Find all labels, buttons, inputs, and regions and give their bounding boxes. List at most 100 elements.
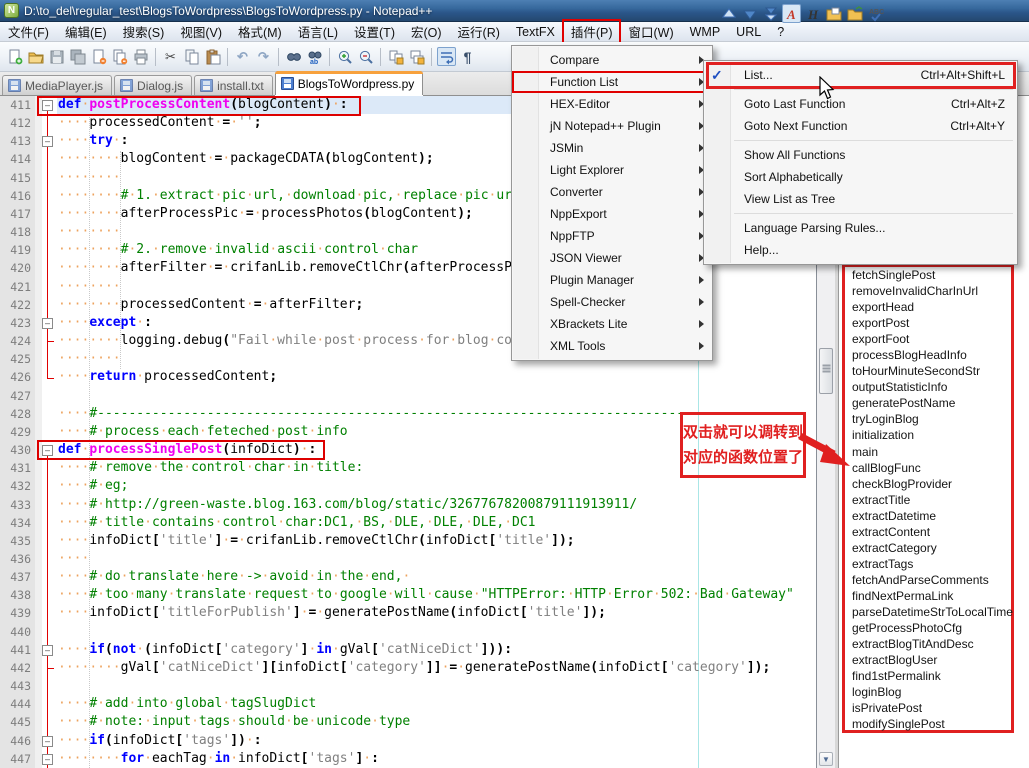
function-list-item-findNextPermaLink[interactable]: findNextPermaLink bbox=[852, 588, 1013, 604]
find-icon[interactable] bbox=[284, 47, 303, 66]
function-list-item-main[interactable]: main bbox=[852, 444, 1013, 460]
save-all-icon[interactable] bbox=[68, 47, 87, 66]
function-list-item-processBlogHeadInfo[interactable]: processBlogHeadInfo bbox=[852, 347, 1013, 363]
project-panel-icon[interactable] bbox=[845, 4, 864, 23]
menu-V[interactable]: 视图(V) bbox=[172, 20, 230, 43]
copy-icon[interactable] bbox=[182, 47, 201, 66]
function-list-item-isPrivatePost[interactable]: isPrivatePost bbox=[852, 700, 1013, 716]
menu-F[interactable]: 文件(F) bbox=[0, 20, 57, 43]
spell-check-icon[interactable]: ABC bbox=[866, 4, 885, 23]
undo-icon[interactable]: ↶ bbox=[233, 47, 252, 66]
plugins-menu-item-XML-Tools[interactable]: XML Tools bbox=[512, 335, 712, 357]
cut-icon[interactable]: ✂ bbox=[161, 47, 180, 66]
submenu-item-Show-All-Functions[interactable]: Show All Functions bbox=[704, 144, 1017, 166]
submenu-item-Goto-Last-Function[interactable]: Goto Last FunctionCtrl+Alt+Z bbox=[704, 93, 1017, 115]
paste-icon[interactable] bbox=[203, 47, 222, 66]
function-list-item-generatePostName[interactable]: generatePostName bbox=[852, 395, 1013, 411]
function-list-item-extractBlogTitAndDesc[interactable]: extractBlogTitAndDesc bbox=[852, 636, 1013, 652]
plugins-menu-item-NppFTP[interactable]: NppFTP bbox=[512, 225, 712, 247]
close-doc-icon[interactable] bbox=[89, 47, 108, 66]
tab-MediaPlayer.js[interactable]: MediaPlayer.js bbox=[2, 75, 112, 95]
plugins-menu-item-Spell-Checker[interactable]: Spell-Checker bbox=[512, 291, 712, 313]
function-list-item-fetchAndParseComments[interactable]: fetchAndParseComments bbox=[852, 572, 1013, 588]
fold-marker-collapse[interactable]: – bbox=[42, 736, 53, 747]
function-list-item-exportFoot[interactable]: exportFoot bbox=[852, 331, 1013, 347]
submenu-item-View-List-as-Tree[interactable]: View List as Tree bbox=[704, 188, 1017, 210]
function-list-item-tryLoginBlog[interactable]: tryLoginBlog bbox=[852, 411, 1013, 427]
function-list-item-extractCategory[interactable]: extractCategory bbox=[852, 540, 1013, 556]
tab-install.txt[interactable]: install.txt bbox=[194, 75, 273, 95]
function-list-item-checkBlogProvider[interactable]: checkBlogProvider bbox=[852, 476, 1013, 492]
show-symbols-icon[interactable]: ¶ bbox=[458, 47, 477, 66]
plugins-menu-item-Compare[interactable]: Compare bbox=[512, 49, 712, 71]
function-list-item-getProcessPhotoCfg[interactable]: getProcessPhotoCfg bbox=[852, 620, 1013, 636]
menu-WMP[interactable]: WMP bbox=[682, 23, 729, 41]
menu-R[interactable]: 运行(R) bbox=[450, 20, 508, 43]
menu-M[interactable]: 格式(M) bbox=[230, 20, 290, 43]
menu-L[interactable]: 语言(L) bbox=[290, 20, 346, 43]
function-list-item-fetchSinglePost[interactable]: fetchSinglePost bbox=[852, 267, 1013, 283]
open-folder-icon[interactable] bbox=[26, 47, 45, 66]
submenu-item-Goto-Next-Function[interactable]: Goto Next FunctionCtrl+Alt+Y bbox=[704, 115, 1017, 137]
scrollbar-down-arrow[interactable]: ▼ bbox=[819, 752, 833, 766]
function-list-item-exportHead[interactable]: exportHead bbox=[852, 299, 1013, 315]
fold-marker-collapse[interactable]: – bbox=[42, 754, 53, 765]
plugins-menu-item-JSMin[interactable]: JSMin bbox=[512, 137, 712, 159]
close-all-icon[interactable] bbox=[110, 47, 129, 66]
expand-all-icon[interactable] bbox=[719, 4, 738, 23]
function-list-item-extractTitle[interactable]: extractTitle bbox=[852, 492, 1013, 508]
submenu-item-Sort-Alphabetically[interactable]: Sort Alphabetically bbox=[704, 166, 1017, 188]
function-list-item-initialization[interactable]: initialization bbox=[852, 427, 1013, 443]
sync-scroll-h-icon[interactable] bbox=[407, 47, 426, 66]
hide-lines-icon[interactable]: H bbox=[803, 4, 822, 23]
plugins-menu-item-Function-List[interactable]: Function List bbox=[512, 71, 712, 93]
word-wrap-icon[interactable] bbox=[437, 47, 456, 66]
menu-TextFX[interactable]: TextFX bbox=[508, 23, 563, 41]
function-list-item-removeInvalidCharInUrl[interactable]: removeInvalidCharInUrl bbox=[852, 283, 1013, 299]
new-file-icon[interactable] bbox=[5, 47, 24, 66]
function-list-item-modifySinglePost[interactable]: modifySinglePost bbox=[852, 716, 1013, 732]
menu-W[interactable]: 窗口(W) bbox=[620, 20, 681, 43]
tab-BlogsToWordpress.py[interactable]: BlogsToWordpress.py bbox=[275, 71, 424, 95]
menu-T[interactable]: 设置(T) bbox=[346, 20, 403, 43]
plugins-menu-item-HEX-Editor[interactable]: HEX-Editor bbox=[512, 93, 712, 115]
plugins-menu-item-Light-Explorer[interactable]: Light Explorer bbox=[512, 159, 712, 181]
scrollbar-thumb[interactable] bbox=[819, 348, 833, 394]
function-list-item-toHourMinuteSecondStr[interactable]: toHourMinuteSecondStr bbox=[852, 363, 1013, 379]
menu-S[interactable]: 搜索(S) bbox=[115, 20, 173, 43]
function-list-item-callBlogFunc[interactable]: callBlogFunc bbox=[852, 460, 1013, 476]
save-icon[interactable] bbox=[47, 47, 66, 66]
menu-E[interactable]: 编辑(E) bbox=[57, 20, 115, 43]
collapse-all-icon[interactable] bbox=[740, 4, 759, 23]
plugins-menu-item-JSON-Viewer[interactable]: JSON Viewer bbox=[512, 247, 712, 269]
function-list-item-extractTags[interactable]: extractTags bbox=[852, 556, 1013, 572]
collapse-level-icon[interactable] bbox=[761, 4, 780, 23]
function-list-item-outputStatisticInfo[interactable]: outputStatisticInfo bbox=[852, 379, 1013, 395]
fold-marker-collapse[interactable]: – bbox=[42, 136, 53, 147]
function-list-item-extractContent[interactable]: extractContent bbox=[852, 524, 1013, 540]
plugins-menu-item-NppExport[interactable]: NppExport bbox=[512, 203, 712, 225]
zoom-in-icon[interactable] bbox=[335, 47, 354, 66]
function-list-item-loginBlog[interactable]: loginBlog bbox=[852, 684, 1013, 700]
plugins-menu-item-jN-Notepad++-Plugin[interactable]: jN Notepad++ Plugin bbox=[512, 115, 712, 137]
fold-marker-collapse[interactable]: – bbox=[42, 318, 53, 329]
zoom-out-icon[interactable] bbox=[356, 47, 375, 66]
plugins-menu-item-Plugin-Manager[interactable]: Plugin Manager bbox=[512, 269, 712, 291]
sync-scroll-v-icon[interactable] bbox=[386, 47, 405, 66]
plugins-menu-item-Converter[interactable]: Converter bbox=[512, 181, 712, 203]
menu-P[interactable]: 插件(P) bbox=[563, 20, 621, 43]
print-icon[interactable] bbox=[131, 47, 150, 66]
function-list-item-exportPost[interactable]: exportPost bbox=[852, 315, 1013, 331]
function-list-icon[interactable]: A bbox=[782, 4, 801, 23]
function-list-item-extractDatetime[interactable]: extractDatetime bbox=[852, 508, 1013, 524]
function-list-item-parseDatetimeStrToLocalTime[interactable]: parseDatetimeStrToLocalTime bbox=[852, 604, 1013, 620]
function-list-item-extractBlogUser[interactable]: extractBlogUser bbox=[852, 652, 1013, 668]
submenu-item-Language-Parsing-Rules-[interactable]: Language Parsing Rules... bbox=[704, 217, 1017, 239]
function-list-item-find1stPermalink[interactable]: find1stPermalink bbox=[852, 668, 1013, 684]
plugins-menu-item-XBrackets-Lite[interactable]: XBrackets Lite bbox=[512, 313, 712, 335]
replace-icon[interactable]: ab bbox=[305, 47, 324, 66]
redo-icon[interactable]: ↷ bbox=[254, 47, 273, 66]
submenu-item-Help-[interactable]: Help... bbox=[704, 239, 1017, 261]
menu-O[interactable]: 宏(O) bbox=[403, 20, 450, 43]
menu-?[interactable]: ? bbox=[769, 23, 792, 41]
